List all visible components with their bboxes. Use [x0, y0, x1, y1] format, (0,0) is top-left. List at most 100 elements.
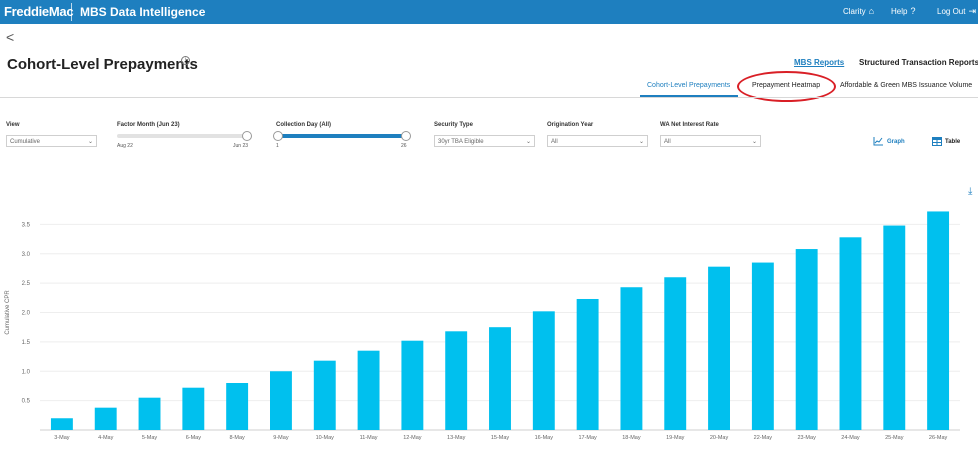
x-tick-label: 17-May	[578, 435, 597, 441]
y-tick-label: 3.5	[22, 222, 31, 228]
chevron-down-icon: ⌄	[87, 139, 93, 145]
security-type-value: 30yr TBA Eligible	[438, 139, 484, 145]
bar	[313, 360, 336, 430]
bar	[94, 407, 117, 430]
view-select-value: Cumulative	[10, 139, 41, 145]
graph-icon	[873, 137, 883, 146]
x-tick-label: 18-May	[622, 435, 641, 441]
structured-reports-link[interactable]: Structured Transaction Reports	[859, 58, 978, 67]
bar	[839, 237, 862, 430]
view-label: View	[6, 122, 20, 128]
cumulative-cpr-chart: 0.5 1.0 1.5 2.0 2.5 3.0 3.5 Cumulative CPR 3-May…	[0, 195, 978, 450]
brand-divider	[71, 3, 72, 21]
nav-logout[interactable]: Log Out ⇥	[937, 6, 976, 17]
bar	[664, 277, 687, 430]
collection-day-slider-min-handle[interactable]	[273, 131, 283, 141]
wa-net-interest-rate-select[interactable]: All ⌄	[660, 135, 761, 147]
x-tick-label: 5-May	[142, 435, 158, 441]
x-tick-label: 11-May	[360, 435, 378, 441]
view-select[interactable]: Cumulative ⌄	[6, 135, 97, 147]
x-tick-label: 26-May	[929, 435, 948, 441]
y-tick-label: 3.0	[22, 252, 31, 258]
bar	[138, 397, 161, 430]
tab-cohort-level-prepayments[interactable]: Cohort-Level Prepayments	[647, 82, 730, 89]
x-tick-label: 15-May	[491, 435, 510, 441]
graph-view-button[interactable]: Graph	[873, 137, 905, 146]
security-type-label: Security Type	[434, 122, 473, 128]
x-tick-label: 16-May	[535, 435, 554, 441]
bar	[357, 350, 380, 430]
collection-day-slider[interactable]	[276, 134, 406, 138]
factor-month-label: Factor Month (Jun 23)	[117, 122, 180, 128]
collection-day-slider-max-handle[interactable]	[401, 131, 411, 141]
x-tick-label: 9-May	[273, 435, 289, 441]
bar	[620, 287, 643, 430]
help-icon: ?	[910, 6, 916, 16]
y-tick-label: 2.0	[22, 311, 31, 317]
bar	[50, 418, 73, 430]
origination-year-value: All	[551, 139, 558, 145]
y-tick-label: 2.5	[22, 281, 31, 287]
back-icon[interactable]: <	[6, 29, 14, 45]
brand-logo[interactable]: FreddieMac	[4, 4, 74, 19]
origination-year-select[interactable]: All ⌄	[547, 135, 648, 147]
y-tick-label: 1.5	[22, 340, 31, 346]
collection-day-min: 1	[276, 143, 279, 149]
origination-year-label: Origination Year	[547, 122, 594, 128]
table-view-label: Table	[945, 138, 961, 145]
tab-affordable-green-issuance[interactable]: Affordable & Green MBS Issuance Volume	[840, 82, 972, 89]
bar	[708, 266, 730, 430]
x-tick-label: 25-May	[885, 435, 904, 441]
nav-logout-label: Log Out	[937, 7, 966, 16]
bar	[270, 371, 292, 430]
x-tick-label: 24-May	[841, 435, 860, 441]
bar	[751, 262, 774, 430]
info-icon[interactable]: i	[181, 56, 190, 65]
y-axis-label: Cumulative CPR	[5, 290, 11, 335]
y-tick-label: 1.0	[22, 369, 31, 375]
nav-help[interactable]: Help ?	[891, 6, 915, 16]
table-icon	[932, 137, 942, 146]
collection-day-label: Collection Day (All)	[276, 122, 332, 128]
chart-svg: 0.5 1.0 1.5 2.0 2.5 3.0 3.5 Cumulative CPR 3-May…	[5, 211, 960, 441]
table-view-button[interactable]: Table	[932, 137, 960, 146]
mbs-reports-link[interactable]: MBS Reports	[794, 58, 844, 67]
bar	[883, 225, 906, 430]
x-tick-label: 10-May	[316, 435, 335, 441]
page-title: Cohort-Level Prepayments	[7, 56, 198, 73]
x-tick-label: 6-May	[186, 435, 202, 441]
bar	[182, 387, 205, 430]
x-tick-label: 22-May	[754, 435, 773, 441]
x-tick-label: 4-May	[98, 435, 114, 441]
app-title: MBS Data Intelligence	[80, 5, 206, 19]
factor-month-slider-handle[interactable]	[242, 131, 252, 141]
chevron-down-icon: ⌄	[525, 139, 531, 145]
bar	[795, 249, 818, 430]
bar	[226, 383, 249, 430]
bar	[576, 298, 599, 430]
nav-clarity[interactable]: Clarity ⌂	[843, 6, 874, 16]
bar	[445, 331, 468, 430]
x-tick-label: 12-May	[403, 435, 422, 441]
home-icon: ⌂	[868, 6, 875, 16]
top-bar: FreddieMac MBS Data Intelligence Clarity…	[0, 0, 978, 24]
chevron-down-icon: ⌄	[751, 139, 757, 145]
x-tick-label: 8-May	[230, 435, 246, 441]
wa-net-interest-rate-value: All	[664, 139, 671, 145]
logout-icon: ⇥	[968, 6, 977, 16]
nav-clarity-label: Clarity	[843, 6, 866, 16]
graph-view-label: Graph	[887, 138, 905, 145]
bar	[489, 327, 511, 430]
x-tick-label: 3-May	[54, 435, 70, 441]
collection-day-max: 26	[401, 143, 407, 149]
x-tick-label: 19-May	[666, 435, 685, 441]
bar	[532, 311, 555, 430]
factor-month-max: Jun 23	[233, 143, 249, 149]
bar	[927, 211, 950, 430]
x-tick-label: 13-May	[447, 435, 466, 441]
security-type-select[interactable]: 30yr TBA Eligible ⌄	[434, 135, 535, 147]
factor-month-slider[interactable]	[117, 134, 248, 138]
x-tick-label: 20-May	[710, 435, 729, 441]
wa-net-interest-rate-label: WA Net Interest Rate	[660, 122, 719, 128]
y-tick-label: 0.5	[22, 399, 31, 405]
